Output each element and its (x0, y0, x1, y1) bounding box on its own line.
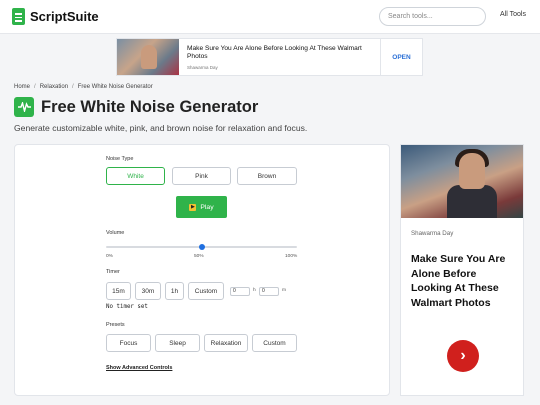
waveform-icon (14, 97, 34, 117)
timer-minutes-input[interactable]: 0 (259, 287, 279, 296)
ad-title: Make Sure You Are Alone Before Looking A… (187, 45, 362, 60)
ad-open-button[interactable]: OPEN (380, 39, 422, 75)
chevron-right-icon[interactable]: › (447, 340, 479, 372)
timer-label: Timer (106, 269, 120, 275)
timer-hours-unit: h (253, 288, 256, 293)
volume-tick-min: 0% (106, 254, 113, 259)
volume-slider-handle[interactable] (198, 244, 205, 250)
timer-custom-button[interactable]: Custom (188, 282, 224, 300)
volume-slider[interactable] (106, 244, 297, 250)
preset-focus-button[interactable]: Focus (106, 334, 151, 352)
timer-15m-button[interactable]: 15m (106, 282, 131, 300)
preset-custom-button[interactable]: Custom (252, 334, 297, 352)
breadcrumb-home[interactable]: Home (14, 84, 30, 90)
breadcrumb-relaxation[interactable]: Relaxation (40, 84, 68, 90)
timer-minutes-unit: m (282, 288, 286, 293)
breadcrumb-current: Free White Noise Generator (77, 84, 153, 90)
brand-logo[interactable]: ScriptSuite (12, 8, 99, 25)
timer-30m-button[interactable]: 30m (135, 282, 161, 300)
side-ad-source: Shawarma Day (411, 230, 454, 237)
ad-thumbnail (117, 39, 179, 75)
search-input[interactable]: Search tools... (379, 7, 486, 26)
all-tools-link[interactable]: All Tools (500, 11, 526, 18)
preset-sleep-button[interactable]: Sleep (155, 334, 200, 352)
page-heading: Free White Noise Generator (14, 97, 258, 117)
ad-source: Shawarma Day (187, 65, 218, 70)
breadcrumb: Home / Relaxation / Free White Noise Generat… (14, 84, 153, 90)
presets-label: Presets (106, 322, 125, 328)
volume-tick-mid: 50% (194, 254, 204, 259)
timer-status: No timer set (106, 304, 148, 310)
site-header: ScriptSuite Search tools... All Tools (0, 0, 540, 34)
play-button[interactable]: ▶ Play (176, 196, 227, 218)
play-label: Play (200, 203, 214, 211)
document-icon (12, 8, 25, 25)
noise-pink-button[interactable]: Pink (172, 167, 231, 185)
noise-white-button[interactable]: White (106, 167, 165, 185)
ad-image (401, 145, 523, 218)
side-ad-title: Make Sure You Are Alone Before Looking A… (411, 253, 506, 309)
brand-name: ScriptSuite (30, 9, 99, 24)
noise-brown-button[interactable]: Brown (237, 167, 297, 185)
top-ad-banner[interactable]: Make Sure You Are Alone Before Looking A… (116, 38, 423, 76)
volume-tick-max: 100% (285, 254, 298, 259)
play-icon: ▶ (189, 203, 197, 211)
timer-1h-button[interactable]: 1h (165, 282, 184, 300)
preset-relaxation-button[interactable]: Relaxation (204, 334, 248, 352)
volume-label: Volume (106, 230, 125, 236)
noise-type-label: Noise Type (106, 156, 134, 162)
page-title: Free White Noise Generator (41, 97, 259, 116)
page-subtitle: Generate customizable white, pink, and b… (14, 123, 308, 133)
timer-hours-input[interactable]: 0 (230, 287, 250, 296)
advanced-controls-link[interactable]: Show Advanced Controls (106, 365, 172, 371)
